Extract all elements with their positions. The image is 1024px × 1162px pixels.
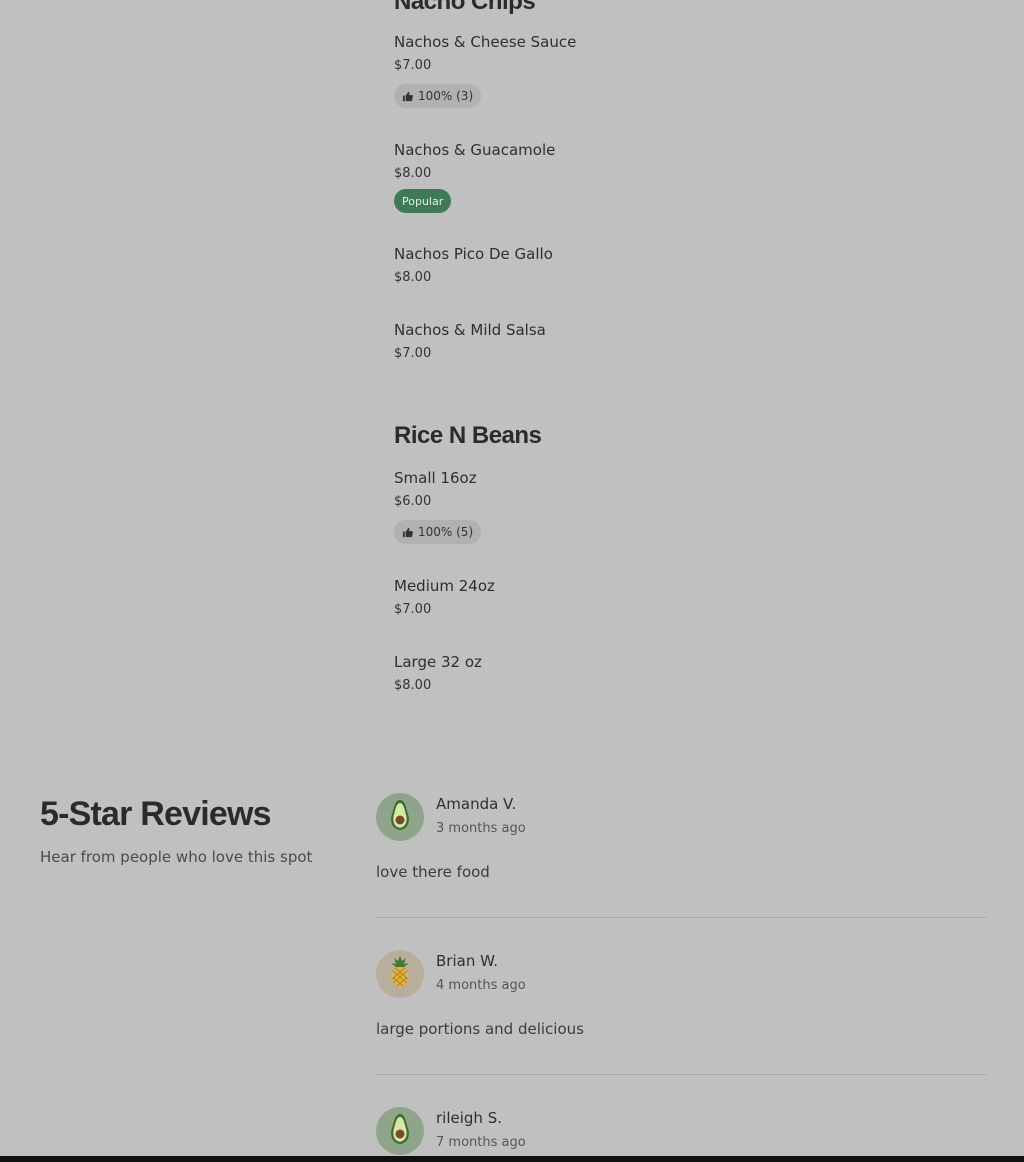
reviews-header: 5-Star Reviews Hear from people who love…: [40, 795, 312, 866]
item-price: $6.00: [394, 494, 432, 509]
menu-item[interactable]: Nachos & Mild Salsa $7.00: [394, 321, 546, 362]
item-name: Nachos & Guacamole: [394, 141, 556, 159]
avatar: [376, 793, 424, 841]
menu-item[interactable]: Nachos & Guacamole $8.00 Popular: [394, 141, 555, 213]
reviews-subtitle: Hear from people who love this spot: [40, 848, 313, 866]
pineapple-icon: [387, 955, 413, 993]
item-price: $8.00: [394, 678, 432, 693]
avocado-icon: [388, 799, 412, 835]
review-text: large portions and delicious: [376, 1020, 584, 1038]
review-time: 7 months ago: [436, 1135, 526, 1150]
item-name: Nachos & Cheese Sauce: [394, 33, 577, 51]
avatar: [376, 1107, 424, 1155]
item-price: $7.00: [394, 58, 432, 73]
divider: [376, 1074, 986, 1075]
review-text: love there food: [376, 863, 490, 881]
item-price: $8.00: [394, 270, 432, 285]
category-title: Rice N Beans: [394, 422, 542, 449]
item-price: $7.00: [394, 346, 432, 361]
item-name: Nachos Pico De Gallo: [394, 245, 553, 263]
divider: [376, 917, 986, 918]
menu-item[interactable]: Medium 24oz $7.00: [394, 577, 495, 618]
menu-item[interactable]: Nachos & Cheese Sauce $7.00 100% (3): [394, 33, 576, 108]
item-name: Small 16oz: [394, 469, 477, 487]
rating-text: 100% (5): [418, 525, 474, 539]
item-price: $8.00: [394, 166, 432, 181]
avocado-icon: [388, 1113, 412, 1149]
reviews-title: 5-Star Reviews: [40, 795, 272, 833]
rating-text: 100% (3): [418, 89, 474, 103]
item-name: Medium 24oz: [394, 577, 495, 595]
item-price: $7.00: [394, 602, 432, 617]
review-time: 4 months ago: [436, 978, 526, 993]
reviewer-name: Amanda V.: [436, 795, 517, 813]
avatar: [376, 950, 424, 998]
reviewer-name: Brian W.: [436, 952, 498, 970]
item-name: Nachos & Mild Salsa: [394, 321, 546, 339]
category-title: Nacho Chips: [394, 0, 536, 15]
thumbs-up-icon: [402, 527, 413, 538]
menu-item[interactable]: Large 32 oz $8.00: [394, 653, 482, 694]
reviewer-name: rileigh S.: [436, 1109, 502, 1127]
popular-badge: Popular: [394, 189, 452, 213]
bottom-bar: [0, 1156, 1024, 1162]
review-time: 3 months ago: [436, 821, 526, 836]
rating-badge: 100% (5): [394, 520, 482, 544]
thumbs-up-icon: [402, 91, 413, 102]
menu-item[interactable]: Nachos Pico De Gallo $8.00: [394, 245, 553, 286]
rating-badge: 100% (3): [394, 84, 482, 108]
item-name: Large 32 oz: [394, 653, 482, 671]
menu-item[interactable]: Small 16oz $6.00 100% (5): [394, 469, 482, 544]
